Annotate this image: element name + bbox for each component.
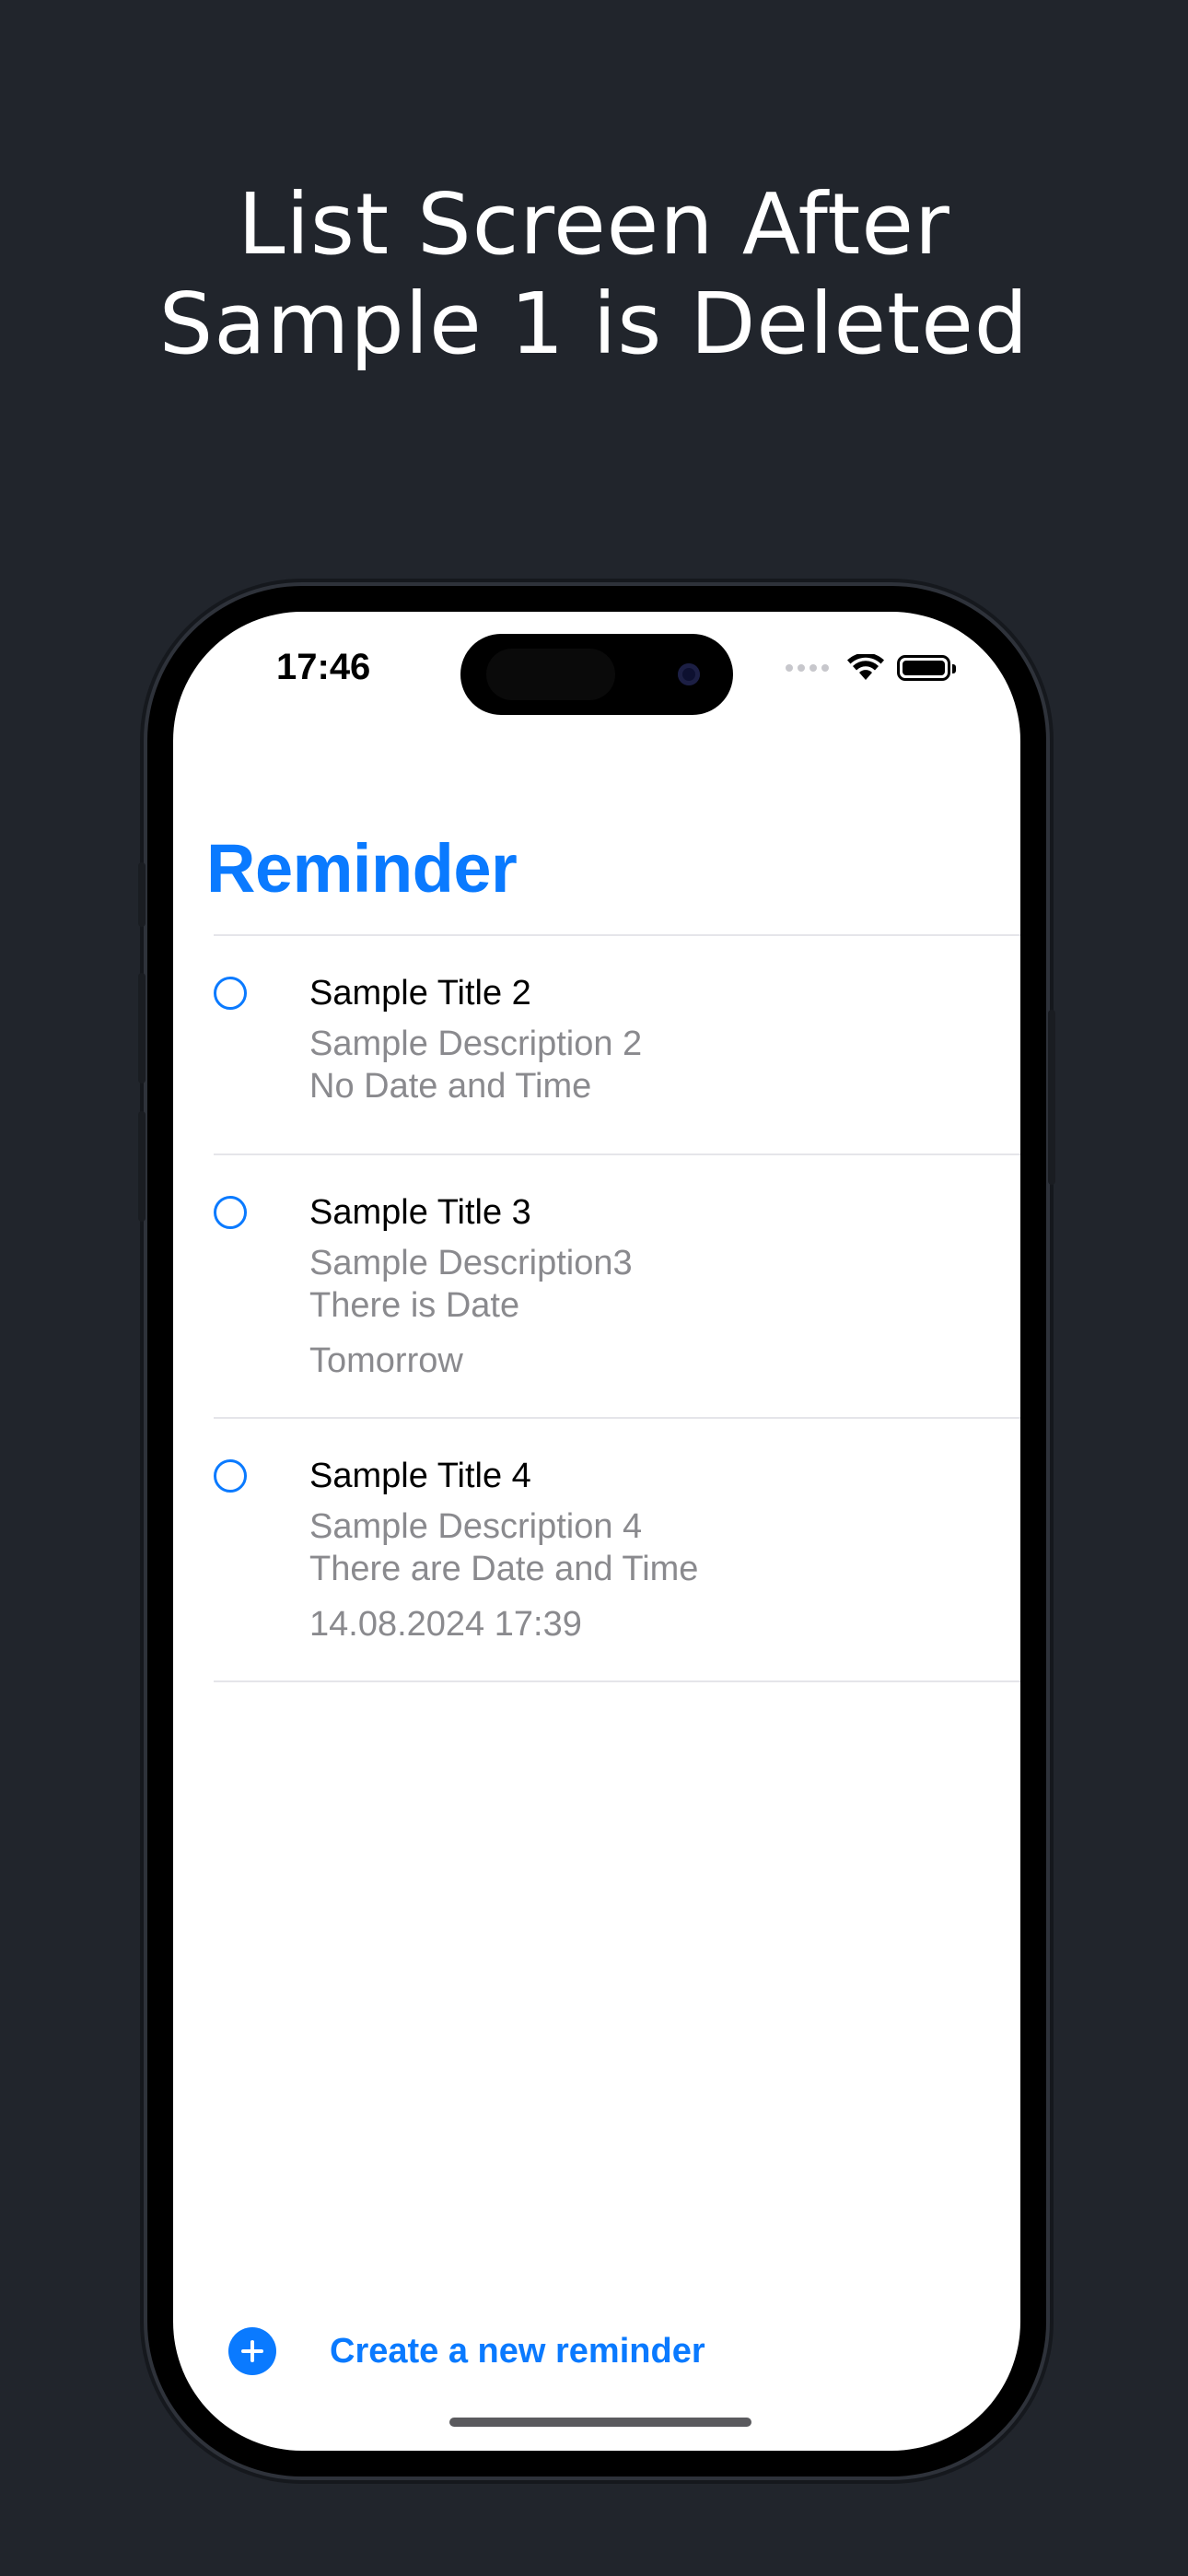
reminder-description: Sample Description 4	[309, 1507, 643, 1546]
reminder-note: There are Date and Time	[309, 1550, 699, 1588]
camera-lens-icon	[678, 663, 700, 685]
app-screen: 17:46 Reminder Sample Title 2 Sample Des…	[173, 612, 1020, 2451]
action-button	[138, 862, 146, 927]
volume-down-button	[138, 1111, 146, 1222]
screenshot-caption: List Screen After Sample 1 is Deleted	[0, 175, 1188, 374]
caption-line-2: Sample 1 is Deleted	[158, 275, 1030, 373]
complete-toggle-circle-icon[interactable]	[214, 977, 247, 1010]
reminder-title: Sample Title 2	[309, 974, 531, 1013]
complete-toggle-circle-icon[interactable]	[214, 1196, 247, 1229]
signal-dots-icon	[786, 664, 829, 672]
reminder-row-sample-2[interactable]: Sample Title 2 Sample Description 2 No D…	[214, 936, 1020, 1155]
reminder-note: No Date and Time	[309, 1067, 592, 1106]
reminder-content: Sample Title 2 Sample Description 2 No D…	[309, 971, 1020, 1107]
wifi-icon	[847, 654, 884, 680]
complete-toggle-circle-icon[interactable]	[214, 1459, 247, 1493]
reminder-row-sample-3[interactable]: Sample Title 3 Sample Description3 There…	[214, 1155, 1020, 1419]
volume-up-button	[138, 973, 146, 1083]
reminder-title: Sample Title 3	[309, 1193, 531, 1232]
reminder-date: Tomorrow	[309, 1341, 463, 1380]
caption-line-1: List Screen After	[238, 175, 950, 274]
phone-frame: 17:46 Reminder Sample Title 2 Sample Des…	[138, 586, 1055, 2476]
reminder-description: Sample Description 2	[309, 1025, 643, 1063]
page-title: Reminder	[206, 830, 518, 907]
reminder-list: Sample Title 2 Sample Description 2 No D…	[214, 934, 1020, 1682]
reminder-note: There is Date	[309, 1286, 520, 1325]
face-id-sensor	[486, 649, 615, 700]
reminder-date-time: 14.08.2024 17:39	[309, 1605, 582, 1644]
reminder-row-sample-4[interactable]: Sample Title 4 Sample Description 4 Ther…	[214, 1419, 1020, 1682]
home-indicator[interactable]	[449, 2418, 751, 2427]
reminder-description: Sample Description3	[309, 1244, 633, 1282]
plus-circle-icon[interactable]	[228, 2327, 276, 2375]
power-button	[1048, 1010, 1055, 1185]
status-time: 17:46	[276, 647, 371, 687]
status-indicators	[786, 654, 956, 682]
battery-icon	[897, 655, 956, 681]
reminder-content: Sample Title 3 Sample Description3 There…	[309, 1190, 1020, 1382]
reminder-content: Sample Title 4 Sample Description 4 Ther…	[309, 1454, 1020, 1645]
create-reminder-label[interactable]: Create a new reminder	[330, 2332, 705, 2371]
dynamic-island	[460, 634, 733, 715]
reminder-title: Sample Title 4	[309, 1457, 531, 1495]
create-reminder-button[interactable]: Create a new reminder	[228, 2327, 705, 2375]
